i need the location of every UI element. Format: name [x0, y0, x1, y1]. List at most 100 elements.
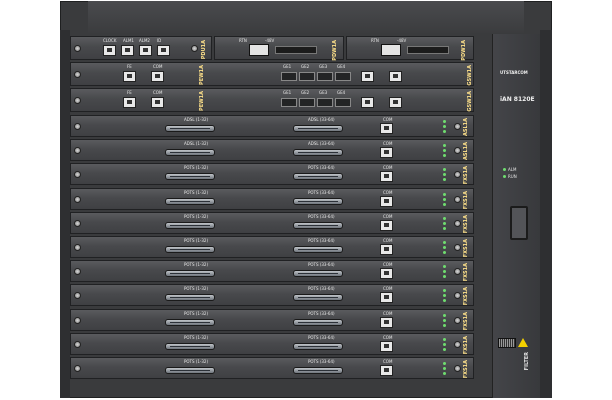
com-label: COM — [383, 213, 393, 219]
ge1-port[interactable] — [281, 98, 297, 107]
left-dsub-connector[interactable] — [165, 197, 215, 205]
left-dsub-connector[interactable] — [165, 125, 215, 132]
left-dsub-connector[interactable] — [165, 294, 215, 302]
right-dsub-connector[interactable] — [293, 342, 343, 350]
screw-icon — [454, 244, 461, 251]
com-port[interactable] — [380, 292, 393, 304]
card-type-label: ASL1A — [463, 118, 469, 137]
status-led — [443, 318, 446, 322]
line-card[interactable]: POTS (1-32) POTS (33-64) COM FXS1A — [70, 284, 474, 307]
fe-port[interactable] — [123, 71, 136, 82]
left-dsub-connector[interactable] — [165, 318, 215, 326]
left-dsub-connector[interactable] — [165, 246, 215, 253]
alm2-port[interactable] — [139, 45, 152, 56]
switch-card-2[interactable]: FE COM PEW1A GE1 GE2 GE3 GE4 GSW1A — [70, 88, 474, 112]
line-card[interactable]: POTS (1-32) POTS (33-64) COM FXS1A — [70, 187, 474, 210]
status-led — [443, 265, 446, 269]
ge2-port[interactable] — [299, 72, 315, 81]
status-led — [443, 241, 446, 244]
power-switch[interactable] — [407, 46, 449, 54]
com-port[interactable] — [380, 268, 393, 280]
status-led — [443, 154, 446, 158]
com-port[interactable] — [380, 195, 393, 207]
right-dsub-connector[interactable] — [293, 197, 343, 205]
left-dsub-connector[interactable] — [165, 149, 215, 157]
switch-card-1[interactable]: FE COM PEW1A GE1 GE2 GE3 GE4 GSW1A — [70, 62, 474, 86]
port-label: ALM1 — [123, 38, 134, 43]
right-dsub-connector[interactable] — [293, 149, 343, 157]
ge3-port[interactable] — [317, 98, 333, 107]
right-dsub-connector[interactable] — [293, 246, 343, 253]
screw-icon — [454, 268, 461, 276]
panel-handle[interactable] — [510, 206, 528, 240]
right-port-label: POTS (33-64) — [308, 238, 335, 243]
status-led — [443, 197, 446, 201]
line-card[interactable]: POTS (1-32) POTS (33-64) COM FXS1A — [70, 236, 474, 258]
rtn-label: RTN — [239, 38, 247, 43]
left-dsub-connector[interactable] — [165, 342, 215, 350]
right-dsub-connector[interactable] — [293, 294, 343, 302]
line-card[interactable]: POTS (1-32) POTS (33-64) COM FXS1A — [70, 308, 474, 331]
left-dsub-connector[interactable] — [165, 367, 215, 374]
run-label: RUN — [508, 174, 517, 179]
power-switch[interactable] — [275, 46, 317, 54]
status-led — [443, 347, 446, 351]
left-port-label: POTS (1-32) — [184, 238, 209, 243]
line-card[interactable]: ADSL (1-32) ADSL (33-64) COM ASL1A — [70, 115, 474, 137]
fan-grille — [498, 338, 516, 348]
com-label: COM — [383, 310, 393, 316]
com-port[interactable] — [389, 97, 402, 108]
right-dsub-connector[interactable] — [293, 173, 343, 181]
ge2-port[interactable] — [299, 98, 315, 107]
com-port[interactable] — [380, 365, 393, 376]
power-input-card[interactable]: RTN -48V PDW1A — [346, 36, 474, 61]
right-dsub-connector[interactable] — [293, 221, 343, 229]
fe-port[interactable] — [123, 97, 136, 108]
fe-port[interactable] — [361, 71, 374, 82]
left-port-label: POTS (1-32) — [184, 213, 209, 219]
line-card[interactable]: POTS (1-32) POTS (33-64) COM FXS1A — [70, 332, 474, 355]
right-dsub-connector[interactable] — [293, 125, 343, 132]
clock-port[interactable] — [103, 45, 116, 56]
pdu-card[interactable]: CLOCK ALM1 ALM2 ID PDU1A — [70, 36, 212, 60]
line-card[interactable]: POTS (1-32) POTS (33-64) COM FXS1A — [70, 260, 474, 283]
ge4-port[interactable] — [335, 98, 351, 107]
screw-icon — [74, 340, 81, 348]
ge1-port[interactable] — [281, 72, 297, 81]
com-port[interactable] — [380, 316, 393, 328]
com-port[interactable] — [151, 71, 164, 82]
left-dsub-connector[interactable] — [165, 270, 215, 278]
power-connector-icon[interactable] — [381, 44, 401, 56]
line-card[interactable]: POTS (1-32) POTS (33-64) COM FXS1A — [70, 211, 474, 234]
fe-port[interactable] — [361, 97, 374, 108]
com-port[interactable] — [380, 340, 393, 352]
line-card[interactable]: POTS (1-32) POTS (33-64) COM FXS1A — [70, 357, 474, 379]
rtn-label: RTN — [371, 38, 379, 43]
id-port[interactable] — [157, 45, 170, 56]
ge4-port[interactable] — [335, 72, 351, 81]
com-port[interactable] — [380, 123, 393, 134]
power-input-card[interactable]: RTN -48V PDW1A — [214, 36, 344, 61]
left-dsub-connector[interactable] — [165, 173, 215, 181]
com-port[interactable] — [380, 244, 393, 255]
com-port[interactable] — [380, 219, 393, 231]
com-port[interactable] — [380, 171, 393, 183]
com-port[interactable] — [380, 147, 393, 159]
right-dsub-connector[interactable] — [293, 270, 343, 278]
left-port-label: ADSL (1-32) — [184, 117, 209, 122]
screw-icon — [74, 365, 81, 372]
com-port[interactable] — [151, 97, 164, 108]
logo-text: UTSTARCOM — [500, 70, 528, 75]
screw-icon — [74, 171, 81, 179]
left-dsub-connector[interactable] — [165, 221, 215, 229]
right-dsub-connector[interactable] — [293, 367, 343, 374]
right-port-label: POTS (33-64) — [308, 165, 335, 171]
line-card[interactable]: POTS (1-32) POTS (33-64) COM FXS1A — [70, 163, 474, 186]
screw-icon — [454, 171, 461, 179]
com-port[interactable] — [389, 71, 402, 82]
alm1-port[interactable] — [121, 45, 134, 56]
power-connector-icon[interactable] — [249, 44, 269, 56]
right-dsub-connector[interactable] — [293, 318, 343, 326]
ge3-port[interactable] — [317, 72, 333, 81]
line-card[interactable]: ADSL (1-32) ADSL (33-64) COM ASL1A — [70, 139, 474, 162]
